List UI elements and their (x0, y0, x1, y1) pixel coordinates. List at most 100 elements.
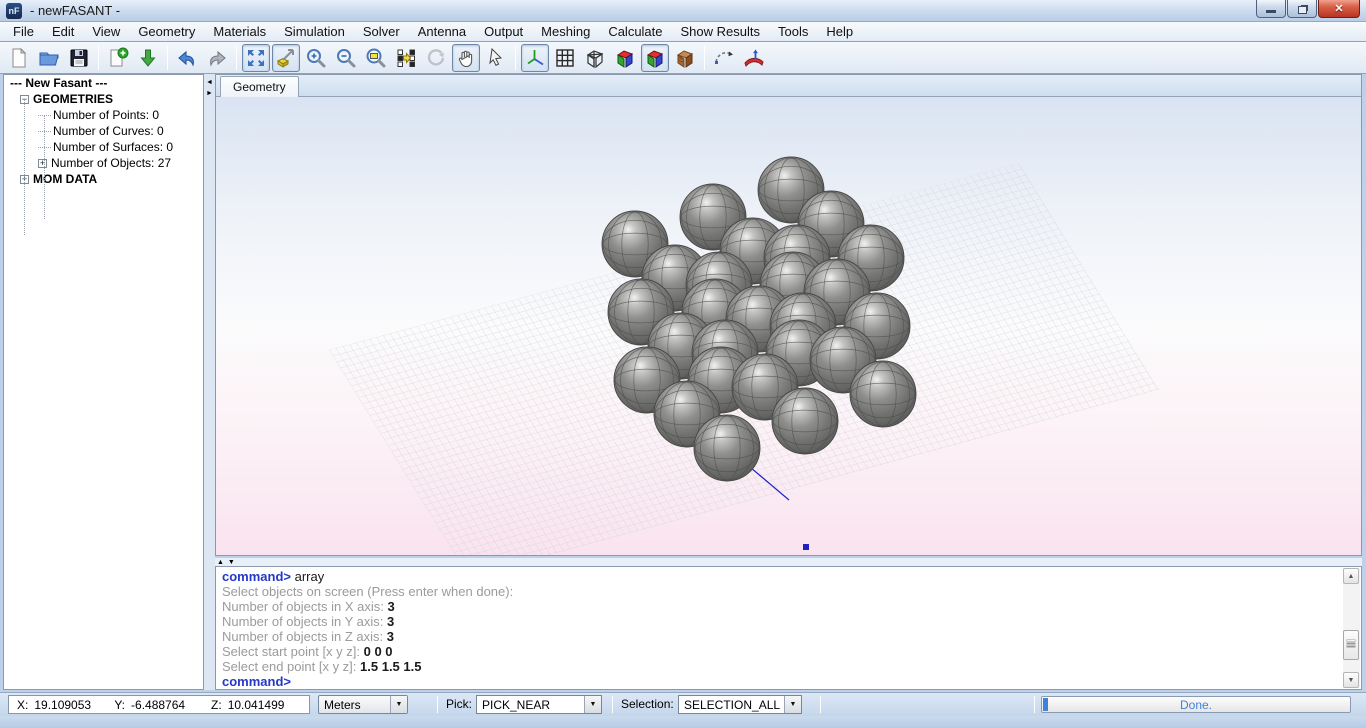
statusbar-separator (437, 696, 438, 713)
console-splitter[interactable]: ▲ ▼ (217, 559, 236, 566)
restore-button[interactable] (1287, 0, 1317, 18)
minimize-button[interactable] (1256, 0, 1286, 18)
menu-item-file[interactable]: File (4, 22, 43, 41)
statusbar-separator (1034, 696, 1035, 713)
toolbar-view-solid-button[interactable] (641, 44, 669, 72)
toolbar-redo-button[interactable] (203, 44, 231, 72)
toolbar-zoom-window-button[interactable] (362, 44, 390, 72)
menu-item-simulation[interactable]: Simulation (275, 22, 354, 41)
rotate-view-icon (424, 46, 448, 70)
tab-geometry[interactable]: Geometry (220, 76, 299, 97)
project-tree-panel: --- New Fasant ---−GEOMETRIESNumber of P… (3, 74, 204, 690)
toolbar-save-file-button[interactable] (65, 44, 93, 72)
statusbar-separator (612, 696, 613, 713)
selection-value: SELECTION_ALL (684, 698, 780, 712)
tree-item-new-fasant[interactable]: --- New Fasant --- (4, 75, 203, 91)
tree-connector (44, 115, 45, 219)
menu-item-materials[interactable]: Materials (204, 22, 275, 41)
console-line: command> (222, 674, 1341, 689)
toolbar-import-object-button[interactable] (104, 44, 132, 72)
view-solid-icon (643, 46, 667, 70)
splitter-collapse-icon[interactable]: ◄► (204, 77, 215, 99)
window-title: - newFASANT - (30, 3, 120, 18)
toolbar-open-file-button[interactable] (35, 44, 63, 72)
scroll-up-icon: ▲ (1348, 573, 1355, 580)
tree-item-number-of-objects[interactable]: +Number of Objects: 27 (4, 155, 203, 171)
toolbar-view-textured-button[interactable] (671, 44, 699, 72)
viewport-canvas[interactable] (216, 97, 1361, 555)
selection-combo[interactable]: SELECTION_ALL ▼ (678, 695, 802, 714)
pick-value: PICK_NEAR (482, 698, 550, 712)
toolbar-view-wireframe-button[interactable] (581, 44, 609, 72)
selection-dropdown-icon[interactable]: ▼ (784, 696, 801, 713)
menu-item-show-results[interactable]: Show Results (672, 22, 769, 41)
undo-icon (175, 46, 199, 70)
sphere[interactable] (850, 361, 916, 427)
z-value: 10.041499 (228, 698, 300, 712)
pick-dropdown-icon[interactable]: ▼ (584, 696, 601, 713)
toolbar-separator (515, 46, 516, 70)
menu-item-geometry[interactable]: Geometry (129, 22, 204, 41)
toolbar-invert-visibility-button[interactable] (392, 44, 420, 72)
menu-item-solver[interactable]: Solver (354, 22, 409, 41)
sphere[interactable] (772, 388, 838, 454)
console-line: Number of objects in Z axis: 3 (222, 629, 1341, 644)
toolbar-zoom-out-button[interactable] (332, 44, 360, 72)
menu-item-antenna[interactable]: Antenna (409, 22, 475, 41)
scroll-up-button[interactable]: ▲ (1343, 568, 1359, 584)
toolbar-perspective-view-button[interactable] (272, 44, 300, 72)
menu-item-help[interactable]: Help (817, 22, 862, 41)
units-combo[interactable]: Meters ▼ (318, 695, 408, 714)
console-scrollbar[interactable]: ▲ ▼ (1343, 568, 1360, 688)
expand-icon[interactable]: + (38, 159, 47, 168)
tree-item-label: Number of Surfaces: 0 (53, 140, 173, 154)
view-grid-icon (553, 46, 577, 70)
toolbar-separator (704, 46, 705, 70)
toolbar-orbit-rotate-button[interactable] (710, 44, 738, 72)
toolbar-new-file-button[interactable] (5, 44, 33, 72)
close-button[interactable]: ✕ (1318, 0, 1360, 18)
toolbar-view-axes-button[interactable] (521, 44, 549, 72)
pick-combo[interactable]: PICK_NEAR ▼ (476, 695, 602, 714)
viewport-tabstrip: Geometry (216, 75, 1361, 97)
toolbar-select-cursor-button[interactable] (482, 44, 510, 72)
select-cursor-icon (484, 46, 508, 70)
toolbar-fit-view-button[interactable] (242, 44, 270, 72)
tree-item-number-of-surfaces[interactable]: Number of Surfaces: 0 (4, 139, 203, 155)
scroll-thumb[interactable] (1343, 630, 1359, 660)
toolbar-export-mesh-button[interactable] (134, 44, 162, 72)
toolbar-cutting-plane-button[interactable] (740, 44, 768, 72)
menu-item-calculate[interactable]: Calculate (599, 22, 671, 41)
menu-item-tools[interactable]: Tools (769, 22, 817, 41)
toolbar-pan-view-button[interactable] (452, 44, 480, 72)
tree-item-label: GEOMETRIES (33, 92, 113, 106)
restore-icon (1298, 6, 1307, 14)
command-console[interactable]: command> arraySelect objects on screen (… (215, 566, 1362, 690)
z-label: Z: (211, 698, 222, 712)
scene-3d[interactable] (216, 97, 1361, 555)
sphere[interactable] (694, 415, 760, 481)
tree-item-mom-data[interactable]: +MOM DATA (4, 171, 203, 187)
tree-item-number-of-curves[interactable]: Number of Curves: 0 (4, 123, 203, 139)
scroll-down-button[interactable]: ▼ (1343, 672, 1359, 688)
toolbar-view-grid-button[interactable] (551, 44, 579, 72)
tree-item-geometries[interactable]: −GEOMETRIES (4, 91, 203, 107)
toolbar-view-shaded-button[interactable] (611, 44, 639, 72)
redo-icon (205, 46, 229, 70)
menu-item-meshing[interactable]: Meshing (532, 22, 599, 41)
tree-item-label: Number of Curves: 0 (53, 124, 164, 138)
title-bar: nF - newFASANT - ✕ (0, 0, 1366, 22)
menu-item-view[interactable]: View (83, 22, 129, 41)
units-dropdown-icon[interactable]: ▼ (390, 696, 407, 713)
toolbar-undo-button[interactable] (173, 44, 201, 72)
tree-item-label: MOM DATA (33, 172, 97, 186)
toolbar-zoom-in-button[interactable] (302, 44, 330, 72)
tree-splitter[interactable]: ◄► (204, 74, 215, 690)
console-line: Number of objects in X axis: 3 (222, 599, 1341, 614)
menu-item-output[interactable]: Output (475, 22, 532, 41)
toolbar-rotate-view-button[interactable] (422, 44, 450, 72)
pick-label: Pick: (446, 697, 472, 711)
toolbar-separator (98, 46, 99, 70)
tree-item-number-of-points[interactable]: Number of Points: 0 (4, 107, 203, 123)
menu-item-edit[interactable]: Edit (43, 22, 83, 41)
